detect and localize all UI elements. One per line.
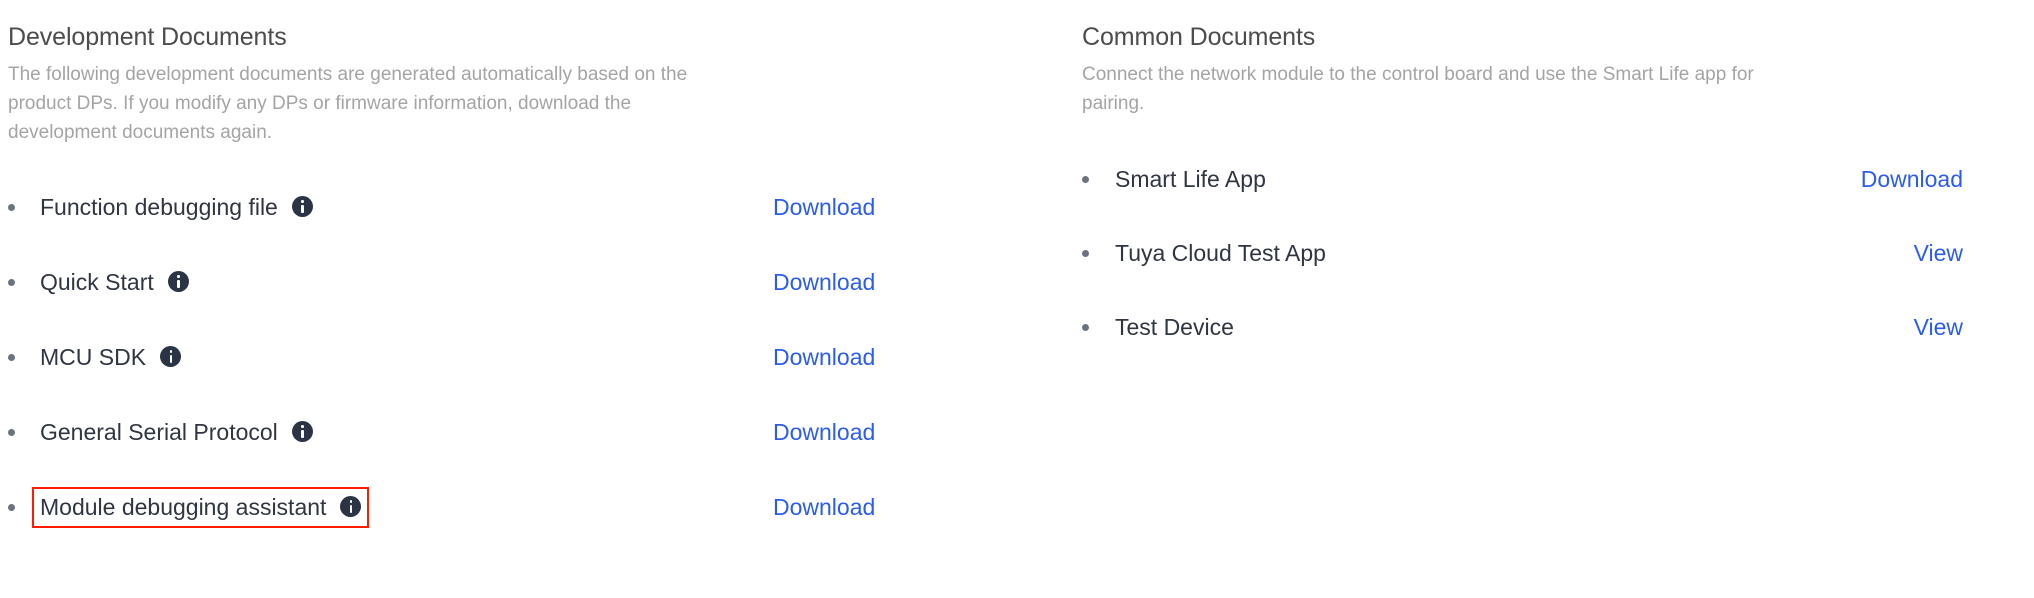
download-link[interactable]: Download bbox=[773, 492, 875, 522]
document-label: Test Device bbox=[1115, 313, 1234, 340]
development-documents-list: Function debugging file Download Quick Sta… bbox=[8, 179, 968, 535]
documents-page: Development Documents The following deve… bbox=[0, 0, 2034, 598]
document-row: MCU SDK Download bbox=[8, 329, 968, 385]
document-label: Function debugging file bbox=[40, 193, 278, 220]
bullet-icon bbox=[1082, 323, 1089, 331]
view-link[interactable]: View bbox=[1914, 238, 1963, 268]
info-icon[interactable] bbox=[167, 271, 189, 292]
document-label: Tuya Cloud Test App bbox=[1115, 239, 1326, 266]
document-label: Module debugging assistant bbox=[40, 493, 327, 520]
document-label-group: MCU SDK bbox=[32, 337, 189, 378]
development-documents-title: Development Documents bbox=[8, 23, 287, 51]
bullet-icon bbox=[8, 503, 15, 511]
document-label: MCU SDK bbox=[40, 343, 147, 370]
info-icon[interactable] bbox=[291, 421, 313, 442]
info-icon[interactable] bbox=[160, 346, 182, 367]
document-row: Function debugging file Download bbox=[8, 179, 968, 235]
document-label-group: Smart Life App bbox=[1107, 159, 1274, 200]
document-label-group: Quick Start bbox=[32, 262, 197, 303]
common-documents-description: Connect the network module to the contro… bbox=[1082, 64, 1754, 114]
common-documents-list: Smart Life App Download Tuya Cloud Test Ap… bbox=[1082, 151, 1972, 355]
document-label: General Serial Protocol bbox=[40, 418, 278, 445]
document-row: Tuya Cloud Test App View bbox=[1082, 225, 1972, 281]
document-row: Smart Life App Download bbox=[1082, 151, 1972, 207]
document-label-group: Function debugging file bbox=[32, 187, 321, 228]
view-link[interactable]: View bbox=[1914, 312, 1963, 342]
download-link[interactable]: Download bbox=[773, 267, 875, 297]
info-icon[interactable] bbox=[340, 496, 362, 517]
bullet-icon bbox=[8, 428, 15, 436]
download-link[interactable]: Download bbox=[773, 192, 875, 222]
document-label-highlighted: Module debugging assistant bbox=[32, 486, 370, 528]
document-label-group: Tuya Cloud Test App bbox=[1107, 233, 1334, 274]
document-row: Test Device View bbox=[1082, 299, 1972, 355]
download-link[interactable]: Download bbox=[773, 417, 875, 447]
document-label-group: Test Device bbox=[1107, 307, 1242, 348]
download-link[interactable]: Download bbox=[1861, 164, 1963, 194]
document-row: Module debugging assistant Download bbox=[8, 479, 968, 535]
document-label: Smart Life App bbox=[1115, 165, 1266, 192]
bullet-icon bbox=[8, 353, 15, 361]
common-documents-section: Common Documents Connect the network mod… bbox=[1082, 0, 1972, 373]
bullet-icon bbox=[1082, 175, 1089, 183]
document-label: Quick Start bbox=[40, 268, 154, 295]
bullet-icon bbox=[8, 203, 15, 211]
download-link[interactable]: Download bbox=[773, 342, 875, 372]
document-row: General Serial Protocol Download bbox=[8, 404, 968, 460]
common-documents-title: Common Documents bbox=[1082, 23, 1316, 51]
document-label-group: General Serial Protocol bbox=[32, 412, 321, 453]
development-documents-section: Development Documents The following deve… bbox=[8, 0, 968, 554]
bullet-icon bbox=[8, 278, 15, 286]
info-icon[interactable] bbox=[291, 196, 313, 217]
development-documents-description: The following development documents are … bbox=[8, 64, 688, 143]
document-row: Quick Start Download bbox=[8, 254, 968, 310]
bullet-icon bbox=[1082, 249, 1089, 257]
